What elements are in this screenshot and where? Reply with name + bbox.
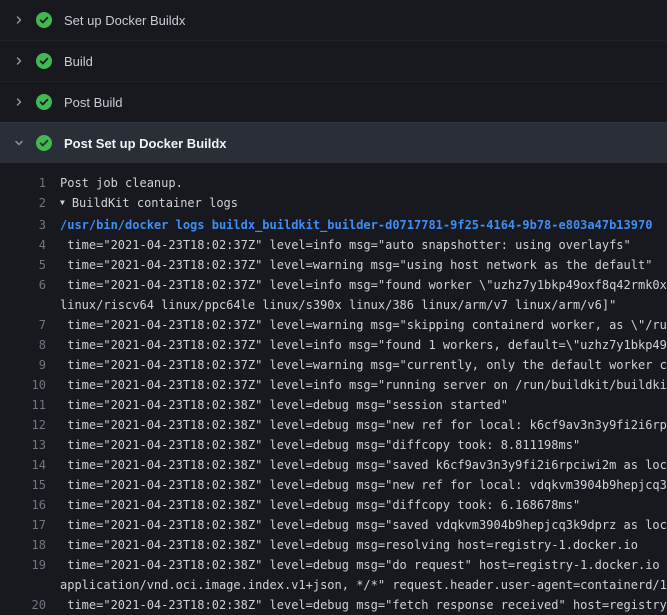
log-line-number[interactable]: 12 (0, 415, 46, 435)
log-line-number[interactable]: 17 (0, 515, 46, 535)
log-line-number[interactable]: 9 (0, 355, 46, 375)
log-row: application/vnd.oci.image.index.v1+json,… (0, 575, 667, 595)
log-line-text: time="2021-04-23T18:02:38Z" level=debug … (46, 395, 508, 415)
log-line-number[interactable]: 5 (0, 255, 46, 275)
log-line-text: time="2021-04-23T18:02:37Z" level=info m… (46, 375, 667, 395)
log-line-text: time="2021-04-23T18:02:38Z" level=debug … (46, 455, 667, 475)
log-row: 5 time="2021-04-23T18:02:37Z" level=warn… (0, 255, 667, 275)
log-row: 20 time="2021-04-23T18:02:38Z" level=deb… (0, 595, 667, 615)
check-success-icon (36, 135, 52, 151)
log-line-number[interactable]: 1 (0, 173, 46, 193)
workflow-steps-panel: Set up Docker Buildx Build Post Build Po… (0, 0, 667, 615)
log-line-text: time="2021-04-23T18:02:38Z" level=debug … (46, 475, 667, 495)
log-row: 10 time="2021-04-23T18:02:37Z" level=inf… (0, 375, 667, 395)
log-line-number[interactable]: 4 (0, 235, 46, 255)
log-line-number (0, 295, 46, 315)
step-header-post-set-up-docker-buildx[interactable]: Post Set up Docker Buildx (0, 122, 667, 163)
log-line-number[interactable]: 3 (0, 215, 46, 235)
log-line-number[interactable]: 14 (0, 455, 46, 475)
log-row: 11 time="2021-04-23T18:02:38Z" level=deb… (0, 395, 667, 415)
step-header-build[interactable]: Build (0, 40, 667, 81)
log-line-number[interactable]: 7 (0, 315, 46, 335)
log-row: 14 time="2021-04-23T18:02:38Z" level=deb… (0, 455, 667, 475)
step-title: Post Build (64, 95, 123, 110)
log-line-number[interactable]: 16 (0, 495, 46, 515)
log-row: 4 time="2021-04-23T18:02:37Z" level=info… (0, 235, 667, 255)
log-row: 13 time="2021-04-23T18:02:38Z" level=deb… (0, 435, 667, 455)
log-row: 2▼BuildKit container logs (0, 193, 667, 215)
log-group-toggle[interactable]: ▼BuildKit container logs (46, 193, 238, 215)
log-row: 9 time="2021-04-23T18:02:37Z" level=warn… (0, 355, 667, 375)
log-row: 16 time="2021-04-23T18:02:38Z" level=deb… (0, 495, 667, 515)
log-line-number[interactable]: 6 (0, 275, 46, 295)
triangle-down-icon: ▼ (60, 193, 65, 213)
step-header-post-build[interactable]: Post Build (0, 81, 667, 122)
log-line-text: time="2021-04-23T18:02:37Z" level=warnin… (46, 355, 667, 375)
log-row: 15 time="2021-04-23T18:02:38Z" level=deb… (0, 475, 667, 495)
log-line-number[interactable]: 10 (0, 375, 46, 395)
log-row: 6 time="2021-04-23T18:02:37Z" level=info… (0, 275, 667, 295)
step-title: Set up Docker Buildx (64, 13, 185, 28)
log-row: 19 time="2021-04-23T18:02:38Z" level=deb… (0, 555, 667, 575)
step-title: Post Set up Docker Buildx (64, 136, 227, 151)
log-line-text: Post job cleanup. (46, 173, 183, 193)
log-line-number[interactable]: 8 (0, 335, 46, 355)
log-line-text: time="2021-04-23T18:02:37Z" level=info m… (46, 335, 667, 355)
log-line-number[interactable]: 15 (0, 475, 46, 495)
log-line-text: time="2021-04-23T18:02:38Z" level=debug … (46, 535, 638, 555)
log-line-continuation: linux/riscv64 linux/ppc64le linux/s390x … (46, 295, 616, 315)
log-line-text: time="2021-04-23T18:02:37Z" level=warnin… (46, 315, 667, 335)
log-line-text: time="2021-04-23T18:02:38Z" level=debug … (46, 435, 580, 455)
check-success-icon (36, 94, 52, 110)
check-success-icon (36, 53, 52, 69)
chevron-down-icon (13, 137, 25, 149)
log-line-number[interactable]: 11 (0, 395, 46, 415)
log-line-text: time="2021-04-23T18:02:38Z" level=debug … (46, 415, 667, 435)
log-line-number[interactable]: 2 (0, 193, 46, 215)
log-line-continuation: application/vnd.oci.image.index.v1+json,… (46, 575, 667, 595)
log-line-text: time="2021-04-23T18:02:37Z" level=info m… (46, 275, 667, 295)
chevron-right-icon (13, 96, 25, 108)
log-line-number[interactable]: 18 (0, 535, 46, 555)
log-lines: 1Post job cleanup.2▼BuildKit container l… (0, 163, 667, 615)
chevron-right-icon (13, 55, 25, 67)
log-line-text: time="2021-04-23T18:02:37Z" level=info m… (46, 235, 631, 255)
log-row: 7 time="2021-04-23T18:02:37Z" level=warn… (0, 315, 667, 335)
log-line-number[interactable]: 20 (0, 595, 46, 615)
log-row: 8 time="2021-04-23T18:02:37Z" level=info… (0, 335, 667, 355)
log-row: 3/usr/bin/docker logs buildx_buildkit_bu… (0, 215, 667, 235)
log-line-text: /usr/bin/docker logs buildx_buildkit_bui… (46, 215, 652, 235)
check-success-icon (36, 12, 52, 28)
log-line-text: time="2021-04-23T18:02:37Z" level=warnin… (46, 255, 652, 275)
log-line-text: time="2021-04-23T18:02:38Z" level=debug … (46, 595, 667, 615)
log-row: 12 time="2021-04-23T18:02:38Z" level=deb… (0, 415, 667, 435)
log-row: 17 time="2021-04-23T18:02:38Z" level=deb… (0, 515, 667, 535)
step-title: Build (64, 54, 93, 69)
log-line-text: time="2021-04-23T18:02:38Z" level=debug … (46, 515, 667, 535)
log-line-text: time="2021-04-23T18:02:38Z" level=debug … (46, 555, 667, 575)
log-line-number (0, 575, 46, 595)
log-row: 1Post job cleanup. (0, 173, 667, 193)
log-row: linux/riscv64 linux/ppc64le linux/s390x … (0, 295, 667, 315)
step-header-set-up-docker-buildx[interactable]: Set up Docker Buildx (0, 0, 667, 40)
log-line-text: time="2021-04-23T18:02:38Z" level=debug … (46, 495, 580, 515)
log-line-number[interactable]: 19 (0, 555, 46, 575)
log-row: 18 time="2021-04-23T18:02:38Z" level=deb… (0, 535, 667, 555)
chevron-right-icon (13, 14, 25, 26)
log-line-number[interactable]: 13 (0, 435, 46, 455)
